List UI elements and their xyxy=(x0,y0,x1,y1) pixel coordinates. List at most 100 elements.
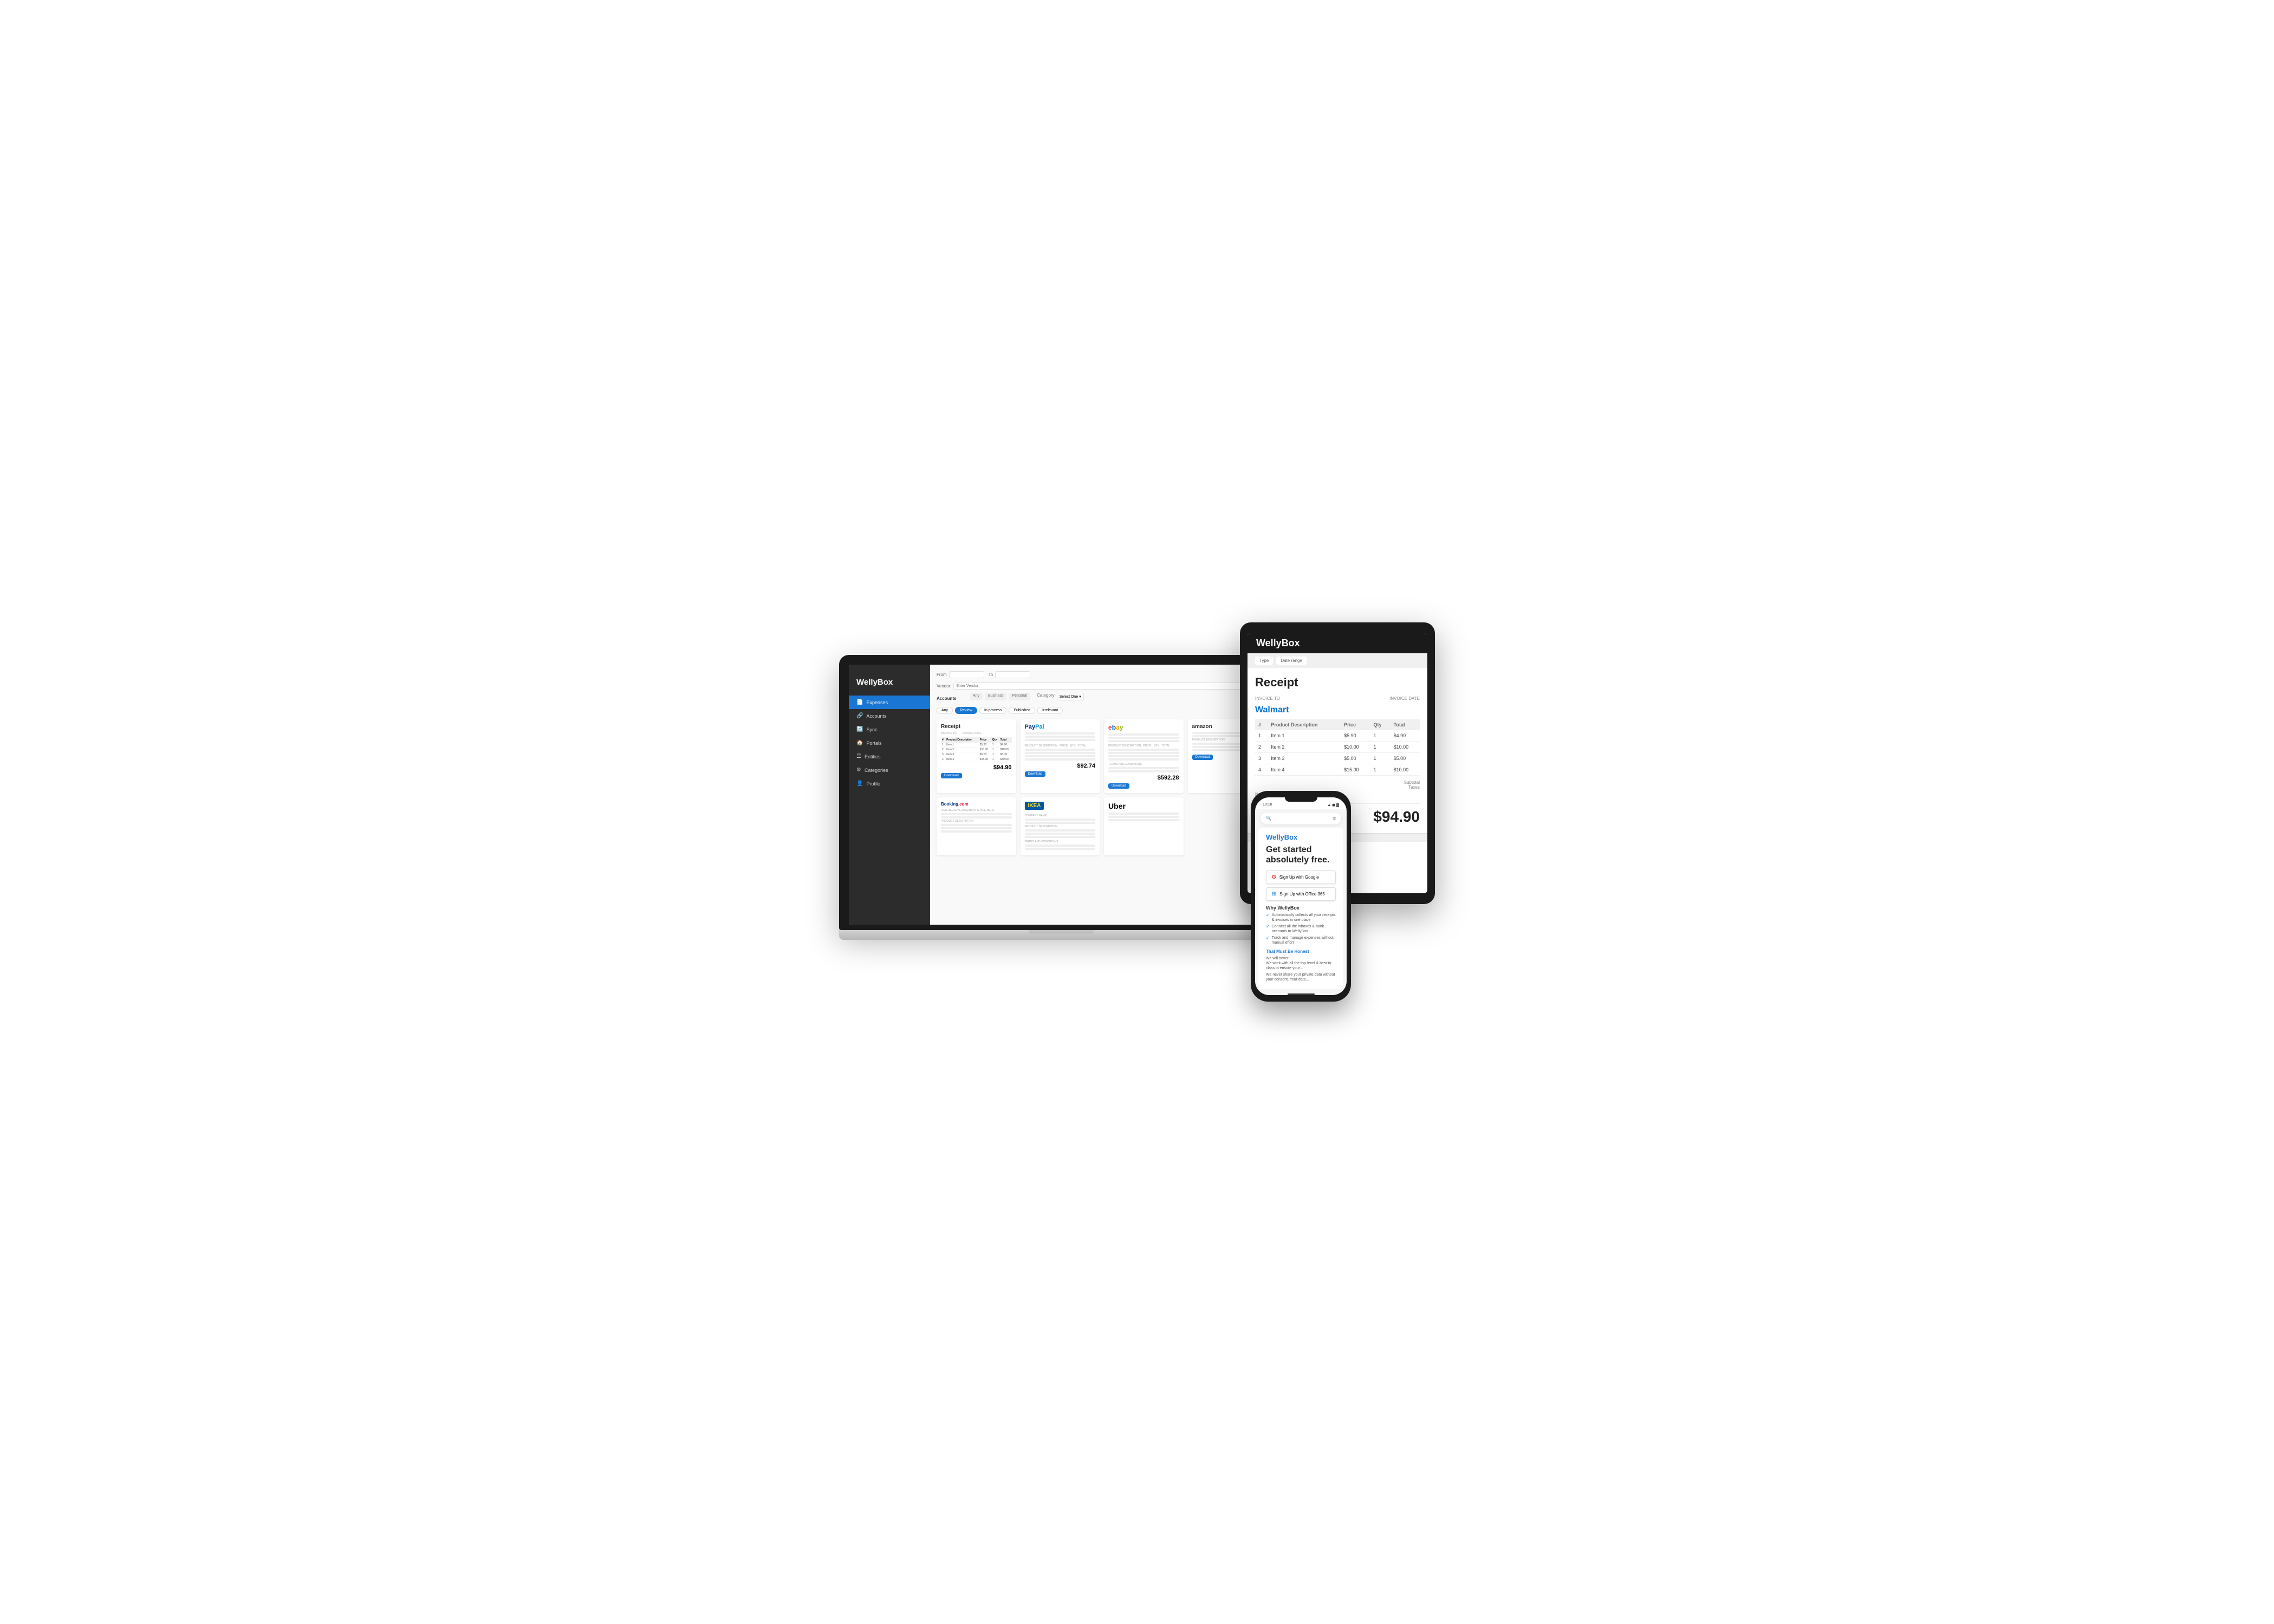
trust-item-1: We work with all the top-level & best-in… xyxy=(1266,961,1336,971)
laptop-notch xyxy=(1029,930,1094,934)
download-btn-2[interactable]: Download xyxy=(1025,771,1046,777)
search-icon: 🔍 xyxy=(1266,816,1271,821)
chevron-icon: ▾ xyxy=(1079,694,1081,699)
status-filters: Any Review In process Published Irreleva… xyxy=(937,707,1267,714)
receipt-title-1: Receipt xyxy=(941,724,1012,730)
microsoft-icon: ⊞ xyxy=(1272,891,1276,897)
accounts-label: Accounts xyxy=(937,696,966,701)
category-label: Category xyxy=(1037,693,1054,700)
ikea-logo: IKEA xyxy=(1025,802,1044,810)
signup-google-btn[interactable]: G Sign Up with Google xyxy=(1266,871,1336,884)
accounts-row: Accounts Any Business Personal Category … xyxy=(937,693,1267,704)
table-row: 2 Item 2 $10.00 1 $10.00 xyxy=(1255,742,1420,753)
laptop-sidebar: WellyBox 📄 Expenses 🔗 Accounts 🔄 Sync xyxy=(849,665,930,925)
portals-icon: 🏠 xyxy=(856,740,863,746)
phone-content: WellyBox Get startedabsolutely free. G S… xyxy=(1258,828,1343,989)
from-filter-group: From xyxy=(937,671,984,678)
phone-outer: 10:10 ▲ ◼ ▓ 🔍 ≡ WellyBox Get startedabso… xyxy=(1251,791,1351,1002)
to-filter-group: To xyxy=(989,671,1030,678)
receipt-card-1: Receipt INVOICE TO INVOICE DATE #Product… xyxy=(937,719,1016,793)
bullet-1: ✓ xyxy=(1266,913,1270,918)
phone-time: 10:10 xyxy=(1263,803,1272,807)
sidebar-item-sync[interactable]: 🔄 Sync xyxy=(849,723,930,736)
tab-any[interactable]: Any xyxy=(970,693,983,700)
sidebar-item-categories[interactable]: ⚙ Categories xyxy=(849,763,930,777)
categories-icon: ⚙ xyxy=(856,767,861,773)
bullet-3: ✓ xyxy=(1266,936,1270,940)
category-select[interactable]: Select One ▾ xyxy=(1057,693,1084,700)
receipt-total-2: $92.74 xyxy=(1025,763,1096,769)
receipt-table-1: #Product DescriptionPriceQtyTotal 1Item … xyxy=(941,737,1012,762)
receipt-card-6: IKEA COMPANY NAME PRODUCT DESCRIPTION TE… xyxy=(1021,797,1100,855)
laptop: WellyBox 📄 Expenses 🔗 Accounts 🔄 Sync xyxy=(839,655,1283,940)
receipt-card-5: Booking.com PLACING ADVERTISEMENT SPACE … xyxy=(937,797,1016,855)
download-btn-4[interactable]: Download xyxy=(1192,755,1213,760)
entities-icon: ☰ xyxy=(856,753,861,759)
to-input[interactable] xyxy=(995,671,1030,678)
sidebar-item-profile[interactable]: 👤 Profile xyxy=(849,777,930,790)
profile-icon: 👤 xyxy=(856,781,863,787)
vendor-row: Vendor xyxy=(937,683,1267,690)
status-inprocess[interactable]: In process xyxy=(979,707,1006,714)
signup-office-label: Sign Up with Office 365 xyxy=(1279,892,1324,897)
tab-personal[interactable]: Personal xyxy=(1009,693,1030,700)
why-title: Why WellyBox xyxy=(1266,905,1336,911)
from-label: From xyxy=(937,672,947,677)
signup-office-btn[interactable]: ⊞ Sign Up with Office 365 xyxy=(1266,887,1336,901)
laptop-main: From To Vendor Accounts xyxy=(930,665,1274,925)
uber-logo: Uber xyxy=(1108,802,1179,810)
download-btn-1[interactable]: Download xyxy=(941,773,962,778)
trust-subtitle: We will never: xyxy=(1266,956,1336,961)
laptop-screen-inner: WellyBox 📄 Expenses 🔗 Accounts 🔄 Sync xyxy=(849,665,1274,925)
sidebar-item-entities[interactable]: ☰ Entities xyxy=(849,750,930,763)
menu-icon: ≡ xyxy=(1333,816,1336,821)
status-irrelevant[interactable]: Irrelevant xyxy=(1037,707,1063,714)
to-label: To xyxy=(989,672,993,677)
subtotal-row: Subtotal Taxes xyxy=(1255,780,1420,790)
laptop-screen-outer: WellyBox 📄 Expenses 🔗 Accounts 🔄 Sync xyxy=(839,655,1283,930)
receipt-card-2: PayPal PRODUCT DESCRIPTION PRICE QTY TOT… xyxy=(1021,719,1100,793)
from-input[interactable] xyxy=(949,671,984,678)
vendor-label: Vendor xyxy=(937,684,950,688)
ebay-logo: ebay xyxy=(1108,724,1179,731)
receipt-card-7: Uber xyxy=(1104,797,1184,855)
phone-search-bar[interactable]: 🔍 ≡ xyxy=(1261,813,1341,824)
why-item-1: ✓ Automatically collects all your receip… xyxy=(1266,913,1336,923)
table-row: 4 Item 4 $15.00 1 $10.00 xyxy=(1255,764,1420,776)
tablet-receipt-title: Receipt xyxy=(1255,675,1420,690)
phone-status-icons: ▲ ◼ ▓ xyxy=(1327,803,1339,807)
walmart-logo: Walmart xyxy=(1255,705,1420,715)
why-item-2: ✓ Connect all the inboxes & bank account… xyxy=(1266,924,1336,934)
status-any[interactable]: Any xyxy=(937,707,953,714)
bullet-2: ✓ xyxy=(1266,924,1270,929)
laptop-base xyxy=(839,930,1283,940)
phone-notch xyxy=(1285,797,1317,802)
paypal-logo: PayPal xyxy=(1025,724,1096,730)
account-type-tabs: Any Business Personal Category Select On… xyxy=(970,693,1084,700)
vendor-input[interactable] xyxy=(953,683,1267,690)
phone-headline: Get startedabsolutely free. xyxy=(1266,845,1336,865)
table-row: 3 Item 3 $5.00 1 $5.00 xyxy=(1255,753,1420,764)
tablet-table: # Product Description Price Qty Total 1 … xyxy=(1255,719,1420,776)
expenses-icon: 📄 xyxy=(856,699,863,705)
trust-item-2: We never share your private data without… xyxy=(1266,972,1336,982)
phone-home-bar xyxy=(1288,993,1315,995)
sidebar-item-portals[interactable]: 🏠 Portals xyxy=(849,736,930,750)
booking-logo: Booking.com xyxy=(941,802,1012,807)
status-published[interactable]: Published xyxy=(1009,707,1035,714)
status-review[interactable]: Review xyxy=(955,707,977,714)
phone: 10:10 ▲ ◼ ▓ 🔍 ≡ WellyBox Get startedabso… xyxy=(1251,791,1351,1002)
sync-icon: 🔄 xyxy=(856,726,863,732)
download-btn-3[interactable]: Download xyxy=(1108,783,1129,789)
laptop-logo: WellyBox xyxy=(849,673,930,696)
receipt-total-3: $592.28 xyxy=(1108,775,1179,781)
phone-brand: WellyBox xyxy=(1266,833,1336,841)
sidebar-item-accounts[interactable]: 🔗 Accounts xyxy=(849,709,930,723)
tab-business[interactable]: Business xyxy=(985,693,1006,700)
filters-row: From To xyxy=(937,671,1267,678)
receipt-total-1: $94.90 xyxy=(941,764,1012,771)
why-item-3: ✓ Track and manage expenses without manu… xyxy=(1266,936,1336,945)
sidebar-item-expenses[interactable]: 📄 Expenses xyxy=(849,696,930,709)
receipts-grid: Receipt INVOICE TO INVOICE DATE #Product… xyxy=(937,719,1267,855)
phone-screen: 10:10 ▲ ◼ ▓ 🔍 ≡ WellyBox Get startedabso… xyxy=(1255,797,1347,995)
